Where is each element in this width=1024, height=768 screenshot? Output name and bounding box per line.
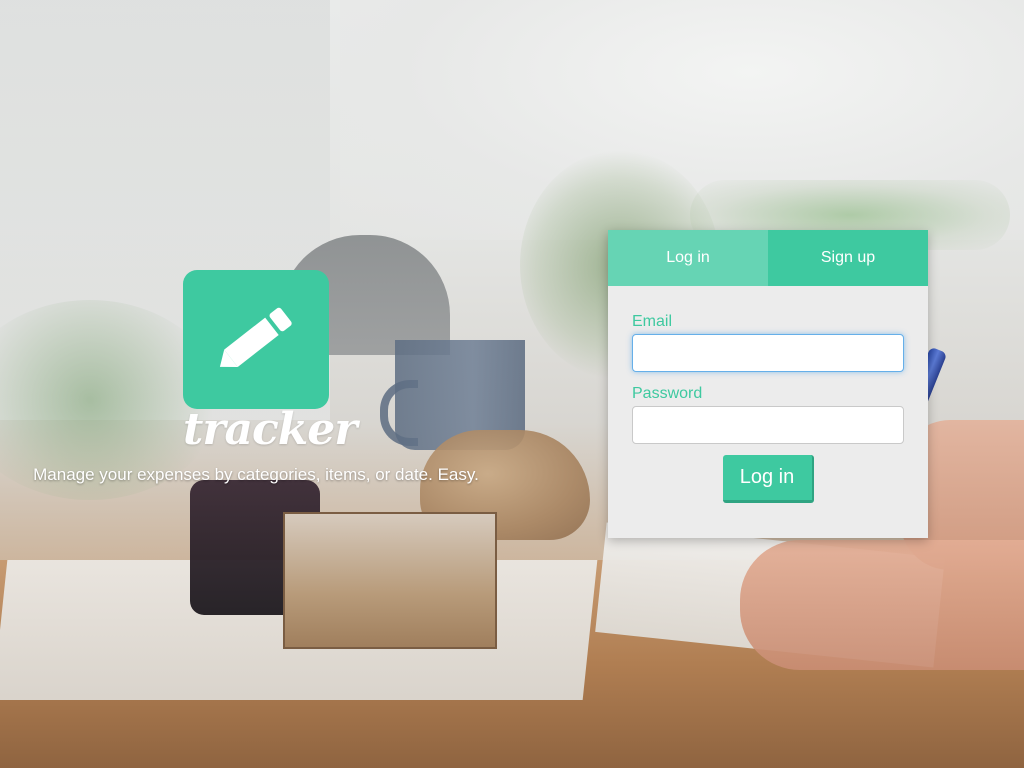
brand-name: tracker	[183, 404, 357, 455]
email-label: Email	[632, 313, 673, 330]
log-in-button[interactable]: Log in	[722, 455, 814, 503]
brand-tagline: Manage your expenses by categories, item…	[33, 465, 479, 484]
auth-tabs: Log in Sign up	[608, 230, 928, 286]
background-wooden-box	[283, 512, 497, 649]
submit-row: Log in	[632, 455, 904, 503]
email-field[interactable]	[632, 334, 904, 372]
login-form: Email Password Log in	[608, 286, 928, 503]
pencil-icon	[219, 307, 292, 367]
password-field[interactable]	[632, 406, 904, 444]
background-hand-lower	[740, 540, 1024, 670]
login-card: Log in Sign up Email Password Log in	[608, 230, 928, 538]
password-label: Password	[632, 385, 703, 402]
tab-sign-up[interactable]: Sign up	[768, 230, 928, 286]
app-logo	[183, 270, 329, 409]
tab-log-in[interactable]: Log in	[608, 230, 768, 286]
